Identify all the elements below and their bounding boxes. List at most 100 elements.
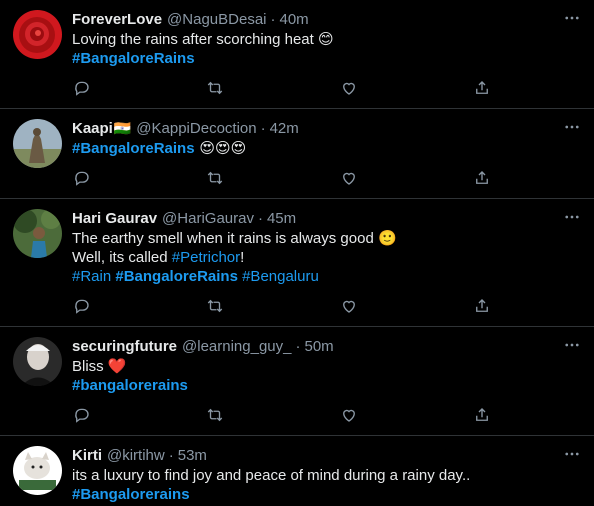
user-handle[interactable]: @NaguBDesai [167,10,266,30]
emoji: 😍😍😍 [194,139,247,157]
share-icon [476,299,488,312]
more-options-button[interactable] [562,444,582,464]
like-icon [342,409,355,422]
tweet-text-segment: The earthy smell when it rains is always… [72,230,378,247]
tweet-text: its a luxury to find joy and peace of mi… [72,466,578,504]
timestamp[interactable]: 42m [270,119,299,139]
share-button[interactable] [472,168,492,188]
hashtag-link[interactable]: #Rain [72,268,111,285]
tweet-text-segment: Loving the rains after scorching heat [72,31,318,48]
tweet-text: Bliss ❤️ #bangalorerains [72,357,578,395]
tweet[interactable]: Kaapi 🇮🇳 @KappiDecoction · 42m #Bangalor… [0,109,594,199]
reply-button[interactable] [72,168,92,188]
reply-icon [75,81,89,96]
share-button[interactable] [472,78,492,98]
display-name[interactable]: Hari Gaurav [72,209,157,229]
tweet[interactable]: securingfuture @learning_guy_ · 50m Blis… [0,327,594,436]
retweet-button[interactable] [205,405,225,425]
like-button[interactable] [339,405,359,425]
more-options-button[interactable] [562,207,582,227]
hashtag-link[interactable]: #BangaloreRains [72,140,195,157]
timestamp[interactable]: 53m [178,446,207,466]
separator: · [270,11,276,28]
share-icon [476,408,488,421]
like-icon [342,300,355,313]
tweet-actions [72,168,492,196]
tweet-text-segment: ! [240,249,245,266]
retweet-icon [208,81,223,95]
reply-button[interactable] [72,296,92,316]
more-options-button[interactable] [562,335,582,355]
display-name[interactable]: Kaapi [72,119,113,139]
separator: · [257,210,263,227]
tweet-actions [72,296,492,324]
avatar[interactable] [13,209,62,258]
hashtag-link[interactable]: #bangalorerains [72,377,188,394]
reply-icon [75,299,89,314]
like-button[interactable] [339,78,359,98]
retweet-icon [208,171,223,185]
like-icon [342,82,355,95]
tweet[interactable]: Hari Gaurav @HariGaurav · 45m The earthy… [0,199,594,327]
reply-icon [75,171,89,186]
user-handle[interactable]: @HariGaurav [162,209,254,229]
emoji: 😊 [317,30,334,48]
tweet-text: #BangaloreRains 😍😍😍 [72,139,578,158]
tweet-text-segment: Bliss [72,358,108,375]
tweet-header: Kirti @kirtihw · 53m [72,446,578,466]
tweet-text: Loving the rains after scorching heat 😊 … [72,30,578,68]
tweet-actions [72,405,492,433]
like-button[interactable] [339,296,359,316]
user-handle[interactable]: @kirtihw [107,446,165,466]
tweet[interactable]: Kirti @kirtihw · 53m its a luxury to fin… [0,436,594,506]
tweet-text-segment: its a luxury to find joy and peace of mi… [72,467,471,484]
separator: · [168,447,174,464]
like-icon [342,172,355,185]
tweet-actions [72,78,492,106]
avatar[interactable] [13,119,62,168]
like-button[interactable] [339,168,359,188]
tweet-header: Kaapi 🇮🇳 @KappiDecoction · 42m [72,119,578,139]
share-button[interactable] [472,296,492,316]
avatar[interactable] [13,10,62,59]
hashtag-link[interactable]: #Petrichor [172,249,240,266]
retweet-button[interactable] [205,296,225,316]
flag-emoji: 🇮🇳 [113,121,132,137]
share-icon [476,171,488,184]
timestamp[interactable]: 50m [304,337,333,357]
hashtag-link[interactable]: #Bengaluru [242,268,319,285]
separator: · [260,120,266,137]
retweet-button[interactable] [205,168,225,188]
hashtag-link[interactable]: #Bangalorerains [72,486,190,503]
retweet-icon [208,408,223,422]
share-button[interactable] [472,405,492,425]
display-name[interactable]: securingfuture [72,337,177,357]
user-handle[interactable]: @KappiDecoction [136,119,256,139]
user-handle[interactable]: @learning_guy_ [182,337,291,357]
separator: · [295,338,301,355]
tweet-header: securingfuture @learning_guy_ · 50m [72,337,578,357]
timestamp[interactable]: 40m [280,10,309,30]
tweet-header: ForeverLove @NaguBDesai · 40m [72,10,578,30]
tweet[interactable]: ForeverLove @NaguBDesai · 40m Loving the… [0,0,594,109]
hashtag-link[interactable]: #BangaloreRains [72,50,195,67]
share-icon [476,81,488,94]
display-name[interactable]: Kirti [72,446,102,466]
emoji: ❤️ [107,357,127,375]
more-options-button[interactable] [562,8,582,28]
emoji: 🙂 [377,229,397,247]
avatar[interactable] [13,337,62,386]
reply-button[interactable] [72,78,92,98]
avatar[interactable] [13,446,62,495]
more-horizontal-icon [565,343,579,347]
more-horizontal-icon [565,452,579,456]
reply-button[interactable] [72,405,92,425]
more-options-button[interactable] [562,117,582,137]
hashtag-link[interactable]: #BangaloreRains [115,268,238,285]
more-horizontal-icon [565,215,579,219]
tweet-text-segment: Well, its called [72,249,172,266]
display-name[interactable]: ForeverLove [72,10,162,30]
retweet-button[interactable] [205,78,225,98]
timestamp[interactable]: 45m [267,209,296,229]
tweet-text: The earthy smell when it rains is always… [72,229,578,286]
